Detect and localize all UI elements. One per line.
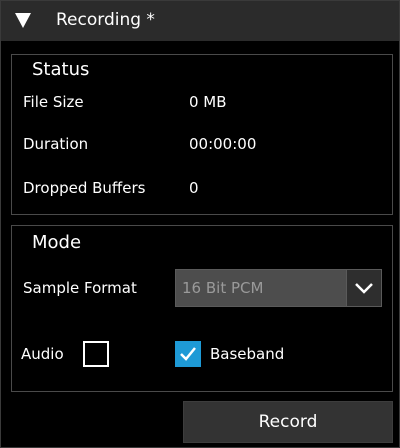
baseband-checkbox[interactable] (175, 341, 201, 367)
recording-panel: Recording * Status File Size 0 MB Durati… (0, 0, 400, 448)
sample-format-select[interactable]: 16 Bit PCM (175, 269, 382, 307)
duration-label: Duration (23, 135, 89, 153)
file-size-value: 0 MB (189, 93, 227, 111)
dropped-buffers-value: 0 (189, 179, 199, 197)
sample-format-label: Sample Format (23, 279, 137, 297)
sample-format-value: 16 Bit PCM (182, 279, 264, 297)
panel-title: Recording * (56, 10, 155, 30)
sample-format-dropdown-button[interactable] (346, 270, 381, 306)
audio-label: Audio (21, 345, 64, 363)
checkmark-icon (180, 347, 196, 361)
triangle-down-icon[interactable] (15, 13, 31, 28)
recording-panel-header[interactable]: Recording * (1, 1, 399, 41)
duration-value: 00:00:00 (189, 135, 257, 153)
status-legend: Status (32, 59, 90, 80)
file-size-label: File Size (23, 93, 84, 111)
audio-checkbox[interactable] (83, 341, 109, 367)
chevron-down-icon (355, 283, 373, 294)
mode-legend: Mode (32, 232, 82, 253)
mode-group: Mode (11, 225, 393, 392)
baseband-label: Baseband (210, 345, 285, 363)
dropped-buffers-label: Dropped Buffers (23, 179, 146, 197)
record-button[interactable]: Record (183, 401, 393, 443)
